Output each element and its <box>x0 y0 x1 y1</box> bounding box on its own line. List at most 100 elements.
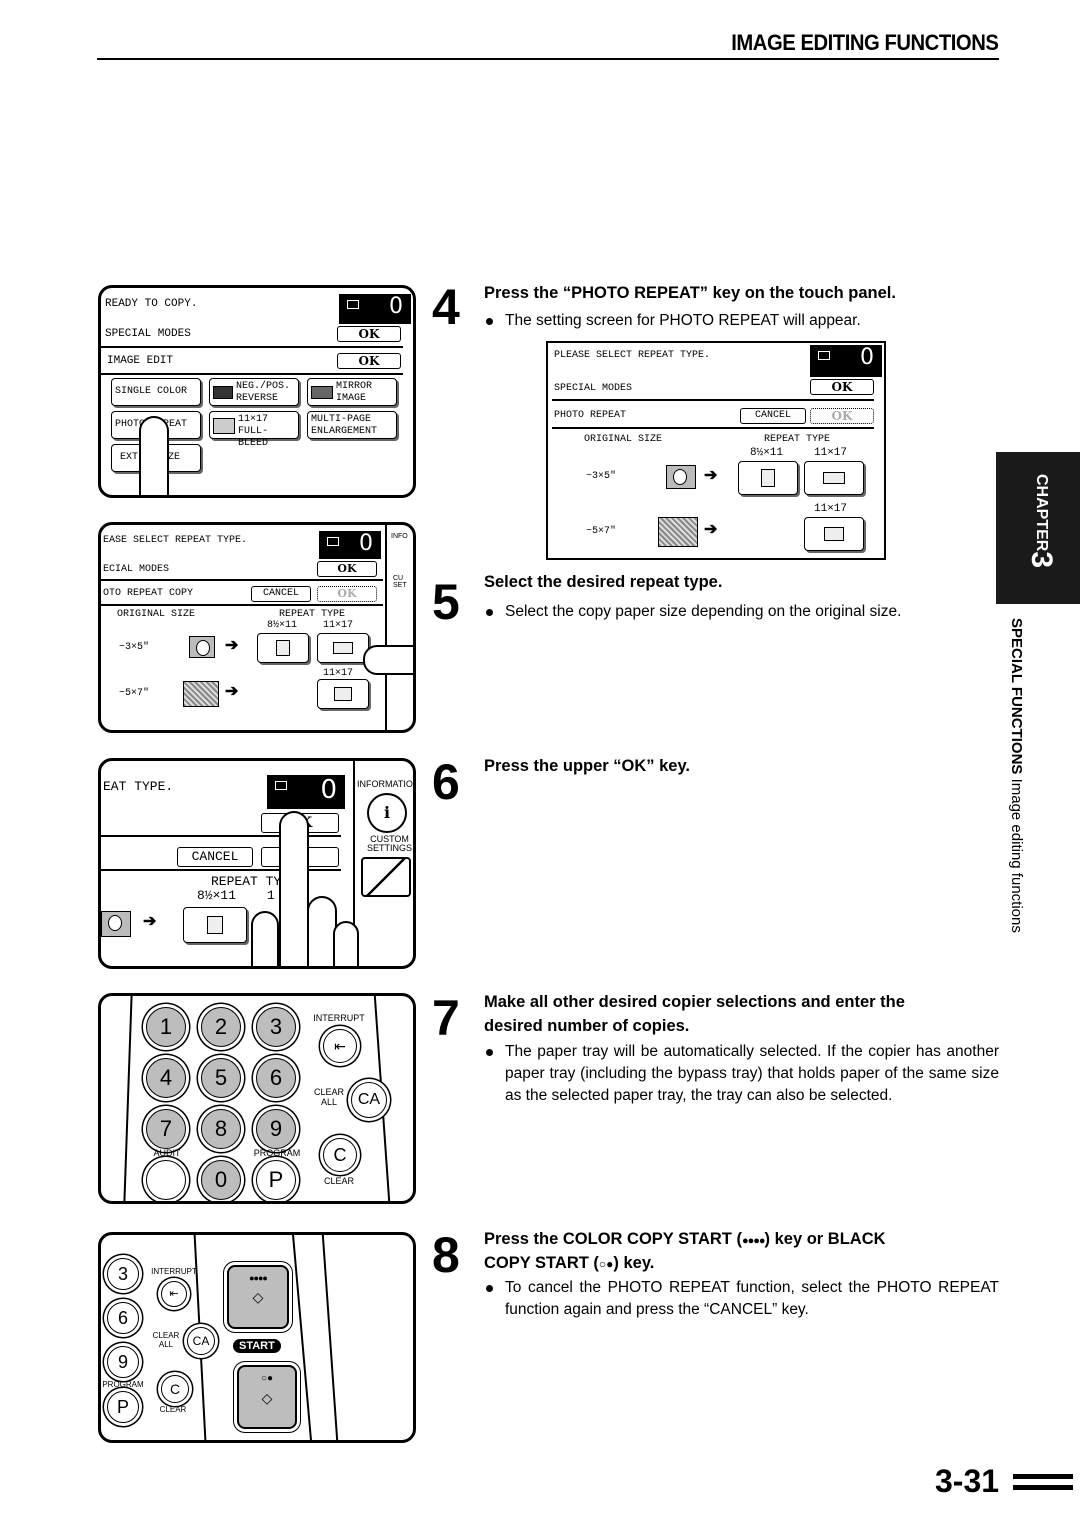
black-copy-start-key[interactable]: ○● ◇ <box>237 1365 297 1429</box>
digit-key-1[interactable]: 1 <box>146 1007 186 1047</box>
single-color-key[interactable]: SINGLE COLOR <box>111 378 201 406</box>
step-number: 6 <box>432 754 460 810</box>
header-rule <box>97 58 999 60</box>
step-text: The paper tray will be automatically sel… <box>505 1043 999 1104</box>
repeat-type-8x11-button[interactable] <box>257 633 309 663</box>
clear-all-key[interactable]: CA <box>187 1327 215 1355</box>
digit-key-9[interactable]: 9 <box>107 1346 139 1378</box>
multi-page-enlargement-key[interactable]: MULTI-PAGE ENLARGEMENT <box>307 411 397 439</box>
repeat-type-11x17-8up-button[interactable] <box>804 461 864 495</box>
step-text: The setting screen for PHOTO REPEAT will… <box>505 312 861 329</box>
grid-8-icon <box>823 472 845 484</box>
page-number: 3-31 <box>935 1463 1000 1499</box>
digit-key-8[interactable]: 8 <box>201 1109 241 1149</box>
original-size-value: ~5×7" <box>586 526 617 537</box>
audit-label: AUDIT <box>153 1148 181 1158</box>
digit-key-9[interactable]: 9 <box>256 1109 296 1149</box>
arrow-icon: ➔ <box>704 467 718 484</box>
interrupt-label: INTERRUPT <box>151 1267 197 1276</box>
custom-settings-label: CUSTOM SETTINGS <box>367 834 413 853</box>
original-size-value: ~5×7" <box>119 688 150 699</box>
digit-key-3[interactable]: 3 <box>256 1007 296 1047</box>
hand-fingers <box>251 911 279 966</box>
portrait-photo-icon <box>666 465 696 489</box>
cancel-button[interactable]: CANCEL <box>177 847 253 867</box>
step-number: 8 <box>432 1227 460 1283</box>
digit-key-6[interactable]: 6 <box>256 1058 296 1098</box>
repeat-type-8x11-button[interactable] <box>183 907 247 943</box>
repeat-type-11x17-8up-button[interactable] <box>317 633 369 663</box>
status-message: PLEASE SELECT REPEAT TYPE. <box>554 350 711 361</box>
repeat-type-11x17-4up-button[interactable] <box>317 679 369 709</box>
size-label: 11×17 <box>323 620 354 631</box>
special-modes-ok-button[interactable]: OK <box>337 326 401 342</box>
information-label: INFORMATIO <box>357 779 413 789</box>
step-heading: Press the “PHOTO REPEAT” key on the touc… <box>484 284 896 302</box>
image-edit-label: IMAGE EDIT <box>107 355 174 367</box>
copy-counter: 0 <box>810 345 882 377</box>
clear-label: CLEAR <box>159 1405 187 1414</box>
grid-4-icon <box>207 916 223 934</box>
repeat-type-label: REPEAT TY <box>211 874 282 889</box>
custom-settings-button[interactable] <box>361 857 411 897</box>
photo-repeat-ok-button[interactable]: OK <box>317 586 377 602</box>
program-key[interactable]: P <box>107 1391 139 1423</box>
repeat-type-8x11-button[interactable] <box>738 461 798 495</box>
full-bleed-key[interactable]: 11×17 FULL-BLEED <box>209 411 299 449</box>
repeat-type-label: REPEAT TYPE <box>764 434 831 445</box>
size-label: 11×17 <box>814 503 848 515</box>
chapter-label: CHAPTER3 <box>1025 474 1058 569</box>
clear-key[interactable]: C <box>323 1138 357 1172</box>
cancel-button[interactable]: CANCEL <box>251 586 311 602</box>
page-number-rule <box>1013 1485 1073 1490</box>
special-modes-ok-button[interactable]: OK <box>317 561 377 577</box>
mirror-image-key[interactable]: MIRROR IMAGE <box>307 378 397 406</box>
image-edit-ok-button[interactable]: OK <box>337 353 401 369</box>
digit-key-3[interactable]: 3 <box>107 1258 139 1290</box>
clear-key[interactable]: C <box>161 1375 189 1403</box>
size-label: 11×17 <box>323 668 354 679</box>
photo-repeat-label: PHOTO REPEAT <box>554 410 627 421</box>
clear-all-key[interactable]: CA <box>351 1082 387 1118</box>
bullet-icon <box>486 609 493 616</box>
step-heading: Press the upper “OK” key. <box>484 757 691 775</box>
pointing-finger <box>279 811 309 966</box>
digit-key-4[interactable]: 4 <box>146 1058 186 1098</box>
cancel-button[interactable]: CANCEL <box>740 408 806 424</box>
repeat-type-11x17-4up-button[interactable] <box>804 517 864 551</box>
step-heading: Make all other desired copier selections… <box>484 993 905 1011</box>
special-modes-label: SPECIAL MODES <box>105 328 191 340</box>
step-heading: Select the desired repeat type. <box>484 573 723 591</box>
digit-key-7[interactable]: 7 <box>146 1109 186 1149</box>
digit-key-5[interactable]: 5 <box>201 1058 241 1098</box>
interrupt-key[interactable]: ⇤ <box>323 1029 357 1063</box>
black-copy-symbol: ○● <box>260 1373 274 1384</box>
grid-4-icon <box>276 640 290 656</box>
touch-panel-photo-repeat: PLEASE SELECT REPEAT TYPE. 0 SPECIAL MOD… <box>546 341 886 560</box>
digit-key-6[interactable]: 6 <box>107 1302 139 1334</box>
step-text: Select the copy paper size depending on … <box>505 603 902 620</box>
color-copy-start-key[interactable]: ●●●● ◇ <box>227 1265 289 1329</box>
start-label: START <box>233 1339 281 1353</box>
landscape-photo-icon <box>658 517 698 547</box>
start-keys-panel: 3 6 9 PROGRAM P INTERRUPT ⇤ CLEAR ALL CA … <box>98 1232 416 1443</box>
special-modes-ok-button[interactable]: OK <box>810 379 874 395</box>
photo-repeat-ok-button[interactable]: OK <box>810 408 874 424</box>
copy-counter: 0 <box>339 294 411 324</box>
neg-pos-reverse-key[interactable]: NEG./POS. REVERSE <box>209 378 299 406</box>
grid-8-icon <box>333 642 353 654</box>
portrait-photo-icon <box>101 911 131 937</box>
original-size-label: ORIGINAL SIZE <box>117 609 196 620</box>
program-label: PROGRAM <box>102 1380 144 1389</box>
digit-key-0[interactable]: 0 <box>201 1160 241 1200</box>
audit-key[interactable] <box>146 1160 186 1200</box>
clear-label: CLEAR <box>323 1176 354 1186</box>
original-size-label: ORIGINAL SIZE <box>584 434 663 445</box>
interrupt-key[interactable]: ⇤ <box>161 1281 187 1307</box>
bullet-icon <box>486 318 493 325</box>
information-button[interactable]: i <box>367 793 407 833</box>
digit-key-2[interactable]: 2 <box>201 1007 241 1047</box>
step-heading: desired number of copies. <box>484 1017 690 1035</box>
repeat-type-label: REPEAT TYPE <box>279 609 346 620</box>
program-key[interactable]: P <box>256 1160 296 1200</box>
